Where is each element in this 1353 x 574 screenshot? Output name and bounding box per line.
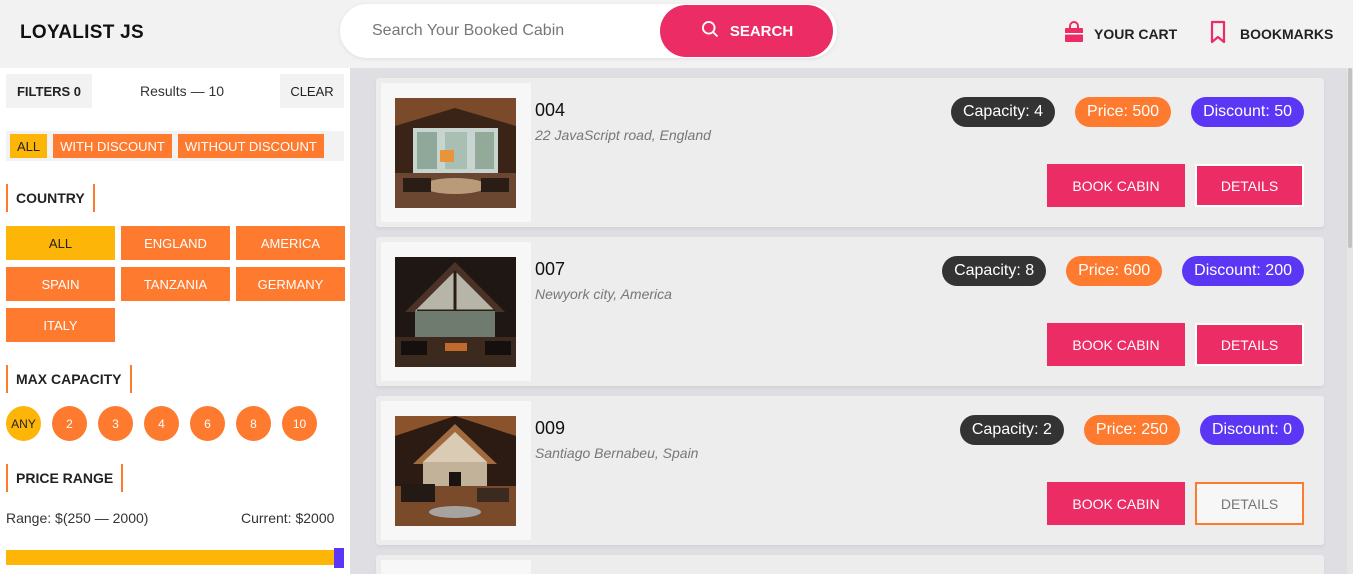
cabin-card (376, 555, 1324, 574)
price-range-text: Range: $(250 — 2000) (6, 510, 149, 526)
cabin-id: 004 (535, 100, 566, 120)
cabin-badges: Capacity: 8 Price: 600 Discount: 200 (942, 256, 1304, 286)
capacity-badge: Capacity: 4 (950, 97, 1056, 127)
app-logo[interactable]: LOYALIST JS (20, 22, 144, 44)
cabin-id: 007 (535, 259, 566, 279)
capacity-filter-2[interactable]: 2 (52, 406, 87, 441)
cabin-list: 004 22 JavaScript road, England Capacity… (350, 68, 1353, 574)
cabin-card: 007 Newyork city, America Capacity: 8 Pr… (376, 237, 1324, 386)
details-button[interactable]: DETAILS (1195, 323, 1304, 366)
cabin-address: Santiago Bernabeu, Spain (535, 445, 699, 461)
price-section-title: PRICE RANGE (6, 464, 124, 492)
country-filter-grid: ALL ENGLAND AMERICA SPAIN TANZANIA GERMA… (6, 226, 345, 342)
capacity-section-title: MAX CAPACITY (6, 365, 132, 393)
capacity-filter-group: ANY 2 3 4 6 8 10 (6, 406, 317, 441)
top-header: LOYALIST JS SEARCH YOUR CART BOOKMARKS (0, 0, 1353, 68)
cabin-address: Newyork city, America (535, 286, 672, 302)
nav-your-cart[interactable]: YOUR CART (1062, 20, 1177, 47)
cabin-photo[interactable] (395, 416, 516, 526)
filters-bar: FILTERS 0 Results — 10 CLEAR (6, 74, 344, 108)
country-filter-spain[interactable]: SPAIN (6, 267, 115, 301)
cabin-id: 009 (535, 418, 566, 438)
price-badge: Price: 250 (1083, 415, 1180, 445)
clear-filters-button[interactable]: CLEAR (280, 74, 344, 108)
filter-sidebar: FILTERS 0 Results — 10 CLEAR ALL WITH DI… (0, 68, 350, 574)
discount-badge: Discount: 0 (1199, 415, 1304, 445)
discount-filter-with[interactable]: WITH DISCOUNT (53, 134, 172, 158)
scrollbar-thumb[interactable] (1348, 68, 1352, 248)
price-badge: Price: 600 (1066, 256, 1163, 286)
results-count: Results — 10 (140, 83, 225, 99)
cabin-photo[interactable] (395, 98, 516, 208)
search-bar: SEARCH (340, 4, 837, 58)
discount-filter-group: ALL WITH DISCOUNT WITHOUT DISCOUNT (6, 131, 344, 161)
capacity-filter-3[interactable]: 3 (98, 406, 133, 441)
bookmark-icon (1206, 20, 1230, 47)
capacity-filter-any[interactable]: ANY (6, 406, 41, 441)
country-filter-tanzania[interactable]: TANZANIA (121, 267, 230, 301)
details-button[interactable]: DETAILS (1195, 482, 1304, 525)
search-button[interactable]: SEARCH (660, 5, 833, 57)
capacity-filter-4[interactable]: 4 (144, 406, 179, 441)
discount-badge: Discount: 50 (1191, 97, 1304, 127)
country-filter-all[interactable]: ALL (6, 226, 115, 260)
cabin-card: 009 Santiago Bernabeu, Spain Capacity: 2… (376, 396, 1324, 545)
discount-badge: Discount: 200 (1182, 256, 1304, 286)
price-current-text: Current: $2000 (241, 510, 335, 526)
cabin-thumbnail-frame (381, 242, 531, 381)
search-button-label: SEARCH (729, 22, 794, 40)
cabin-badges: Capacity: 4 Price: 500 Discount: 50 (950, 97, 1304, 127)
country-filter-england[interactable]: ENGLAND (121, 226, 230, 260)
cabin-card: 004 22 JavaScript road, England Capacity… (376, 78, 1324, 227)
nav-bookmarks-label: BOOKMARKS (1240, 25, 1334, 42)
book-cabin-button[interactable]: BOOK CABIN (1047, 323, 1185, 366)
nav-cart-label: YOUR CART (1094, 25, 1178, 42)
book-cabin-button[interactable]: BOOK CABIN (1047, 164, 1185, 207)
capacity-badge: Capacity: 2 (959, 415, 1064, 445)
cabin-badges: Capacity: 2 Price: 250 Discount: 0 (959, 415, 1304, 445)
discount-filter-all[interactable]: ALL (10, 134, 48, 158)
cabin-thumbnail-frame (381, 83, 531, 222)
capacity-filter-8[interactable]: 8 (236, 406, 271, 441)
search-input[interactable] (372, 19, 652, 43)
details-button[interactable]: DETAILS (1195, 164, 1304, 207)
capacity-badge: Capacity: 8 (942, 256, 1047, 286)
filters-count: FILTERS 0 (6, 74, 92, 108)
cabin-address: 22 JavaScript road, England (535, 127, 711, 143)
country-filter-america[interactable]: AMERICA (236, 226, 345, 260)
cabin-photo[interactable] (395, 257, 516, 367)
capacity-filter-10[interactable]: 10 (282, 406, 317, 441)
discount-filter-without[interactable]: WITHOUT DISCOUNT (177, 134, 324, 158)
book-cabin-button[interactable]: BOOK CABIN (1047, 482, 1185, 525)
country-filter-italy[interactable]: ITALY (6, 308, 115, 342)
capacity-filter-6[interactable]: 6 (190, 406, 225, 441)
price-slider[interactable] (6, 548, 344, 568)
price-slider-thumb[interactable] (334, 548, 344, 568)
country-section-title: COUNTRY (6, 184, 95, 212)
price-slider-track (6, 550, 344, 565)
page-scrollbar[interactable] (1347, 68, 1353, 574)
price-badge: Price: 500 (1075, 97, 1172, 127)
country-filter-germany[interactable]: GERMANY (236, 267, 345, 301)
cabin-thumbnail-frame (381, 401, 531, 540)
search-icon (700, 19, 720, 43)
cabin-thumbnail-frame (381, 560, 531, 574)
shopping-bag-icon (1062, 20, 1086, 47)
nav-bookmarks[interactable]: BOOKMARKS (1206, 20, 1333, 47)
